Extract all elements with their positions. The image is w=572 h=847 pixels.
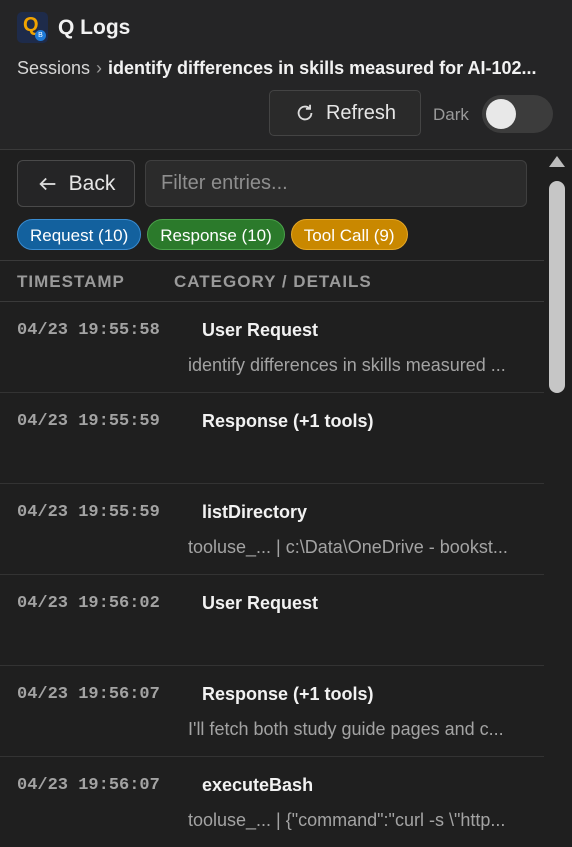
breadcrumb-current-session: identify differences in skills measured … xyxy=(108,58,537,78)
back-label: Back xyxy=(68,171,116,195)
refresh-button[interactable]: Refresh xyxy=(269,90,421,136)
row-timestamp: 04/23 19:56:02 xyxy=(17,594,160,613)
log-table-body: 04/23 19:55:58 User Request identify dif… xyxy=(0,302,544,847)
row-title: User Request xyxy=(202,593,319,613)
table-header: TIMESTAMP CATEGORY / DETAILS xyxy=(0,260,544,302)
dark-mode-toggle[interactable] xyxy=(482,95,553,133)
filter-input[interactable] xyxy=(145,160,527,207)
app-title: Q Logs xyxy=(58,15,131,39)
header: Q B Q Logs Sessions › identify differenc… xyxy=(0,0,572,150)
table-row[interactable]: 04/23 19:55:58 User Request identify dif… xyxy=(0,302,544,393)
row-timestamp: 04/23 19:56:07 xyxy=(17,776,160,795)
table-row[interactable]: 04/23 19:56:07 Response (+1 tools) I'll … xyxy=(0,666,544,757)
table-row[interactable]: 04/23 19:56:07 executeBash tooluse_... |… xyxy=(0,757,544,847)
row-detail: I'll fetch both study guide pages and c.… xyxy=(188,719,504,739)
chevron-up-icon[interactable] xyxy=(549,156,565,167)
dark-mode-label: Dark xyxy=(433,105,469,124)
chip-tool-call[interactable]: Tool Call (9) xyxy=(290,219,408,250)
row-detail: identify differences in skills measured … xyxy=(188,355,506,375)
row-title: listDirectory xyxy=(202,502,308,522)
row-timestamp: 04/23 19:55:59 xyxy=(17,412,160,431)
chip-request[interactable]: Request (10) xyxy=(17,219,142,250)
row-title: executeBash xyxy=(202,775,314,795)
app-logo-icon: Q B xyxy=(17,12,48,43)
row-detail: tooluse_... | {"command":"curl -s \"http… xyxy=(188,810,506,830)
row-timestamp: 04/23 19:55:58 xyxy=(17,321,160,340)
row-timestamp: 04/23 19:56:07 xyxy=(17,685,160,704)
app-title-row: Q B Q Logs xyxy=(17,12,130,43)
logo-badge: B xyxy=(35,30,46,41)
table-row[interactable]: 04/23 19:56:02 User Request xyxy=(0,575,544,666)
refresh-icon xyxy=(297,104,313,121)
breadcrumb-separator: › xyxy=(96,58,103,78)
table-row[interactable]: 04/23 19:55:59 listDirectory tooluse_...… xyxy=(0,484,544,575)
row-timestamp: 04/23 19:55:59 xyxy=(17,503,160,522)
column-header-category: CATEGORY / DETAILS xyxy=(174,272,372,291)
scrollbar-thumb[interactable] xyxy=(549,181,565,393)
toggle-knob xyxy=(486,99,516,129)
table-row[interactable]: 04/23 19:55:59 Response (+1 tools) xyxy=(0,393,544,484)
back-button[interactable]: Back xyxy=(17,160,135,207)
row-detail: tooluse_... | c:\Data\OneDrive - bookst.… xyxy=(188,537,508,557)
breadcrumb: Sessions › identify differences in skill… xyxy=(17,58,547,79)
controls-bar: Back Request (10) Response (10) Tool Cal… xyxy=(0,150,544,260)
arrow-left-icon xyxy=(39,177,55,190)
refresh-label: Refresh xyxy=(325,101,397,124)
row-title: Response (+1 tools) xyxy=(202,684,374,704)
row-title: User Request xyxy=(202,320,319,340)
breadcrumb-sessions-link[interactable]: Sessions xyxy=(17,58,90,79)
vertical-scrollbar[interactable] xyxy=(544,150,572,847)
chip-response[interactable]: Response (10) xyxy=(147,219,285,250)
category-chips: Request (10) Response (10) Tool Call (9) xyxy=(17,219,408,250)
column-header-timestamp: TIMESTAMP xyxy=(17,272,125,291)
row-title: Response (+1 tools) xyxy=(202,411,374,431)
